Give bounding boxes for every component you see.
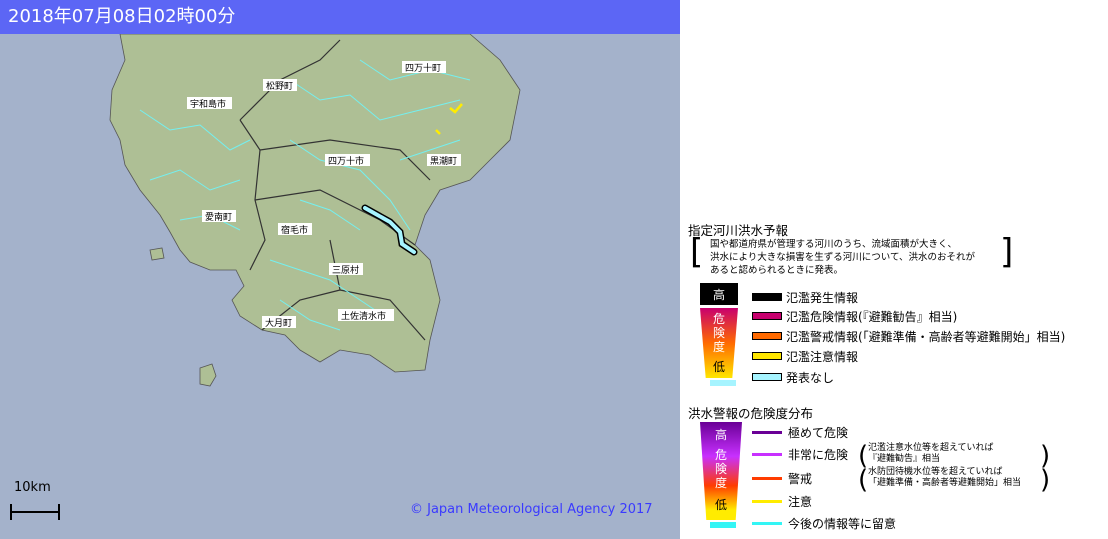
bracket-right: ] — [1000, 232, 1014, 272]
river-forecast-note: 国や都道府県が管理する河川のうち、流域面積が大きく、 洪水により大きな損害を生ず… — [710, 239, 976, 276]
river-item-4: 氾濫注意情報 — [752, 348, 858, 364]
note-warning: 水防団待機水位等を超えていれば 「避難準備・高齢者等避難開始」相当 — [868, 467, 1022, 488]
warning-item-1: 極めて危険 — [752, 424, 848, 440]
river-item-1: 氾濫発生情報 — [752, 289, 858, 305]
flood-map[interactable]: 四万十町 松野町 宇和島市 四万十市 黒潮町 愛南町 宿毛市 三原村 大月町 土… — [0, 0, 680, 539]
datetime-header: 2018年07月08日02時00分 — [0, 0, 680, 34]
label-shimanto-city: 四万十市 — [328, 155, 364, 167]
label-matsuno: 松野町 — [266, 80, 293, 92]
river-scale-low: 低 — [712, 360, 725, 374]
paren-left-2: ( — [858, 465, 869, 495]
warning-scale-low: 低 — [714, 498, 727, 512]
label-mihara: 三原村 — [332, 264, 359, 276]
label-sukumo: 宿毛市 — [281, 224, 308, 236]
river-item-5: 発表なし — [752, 369, 834, 385]
flood-warning-title: 洪水警報の危険度分布 — [688, 406, 814, 421]
map-canvas[interactable]: 四万十町 松野町 宇和島市 四万十市 黒潮町 愛南町 宿毛市 三原村 大月町 土… — [0, 0, 680, 539]
label-uwajima: 宇和島市 — [190, 98, 226, 110]
label-shimanto-town: 四万十町 — [405, 62, 441, 74]
label-tosashimizu: 土佐清水市 — [341, 310, 386, 322]
legend-panel: 指定河川洪水予報 [ ] 国や都道府県が管理する河川のうち、流域面積が大きく、 … — [680, 0, 1108, 539]
warning-item-4: 注意 — [752, 493, 812, 509]
scale-label: 10km — [14, 480, 51, 495]
warning-scale-none-box — [710, 522, 736, 528]
label-kuroshio: 黒潮町 — [430, 155, 457, 167]
copyright: © Japan Meteorological Agency 2017 — [410, 502, 653, 517]
river-item-2: 氾濫危険情報(『避難勧告』相当) — [752, 308, 957, 324]
island — [149, 247, 165, 261]
river-item-3: 氾濫警戒情報(「避難準備・高齢者等避難開始」相当) — [752, 328, 1065, 344]
river-scale-none-box — [710, 380, 736, 386]
paren-right-2: ) — [1040, 465, 1051, 495]
warning-scale-high: 高 — [714, 428, 727, 442]
river-scale-high: 高 — [712, 288, 725, 302]
warning-item-3: 警戒 — [752, 470, 812, 486]
label-otsuki: 大月町 — [265, 317, 292, 329]
label-ainan: 愛南町 — [205, 211, 232, 223]
bracket-left: [ — [690, 232, 704, 272]
river-scale-mid-3: 度 — [712, 340, 725, 354]
warning-item-5: 今後の情報等に留意 — [752, 515, 896, 531]
warning-scale-mid-3: 度 — [714, 476, 727, 490]
warning-item-2: 非常に危険 — [752, 446, 848, 462]
note-very-high: 氾濫注意水位等を超えていれば 『避難勧告』相当 — [868, 443, 994, 464]
